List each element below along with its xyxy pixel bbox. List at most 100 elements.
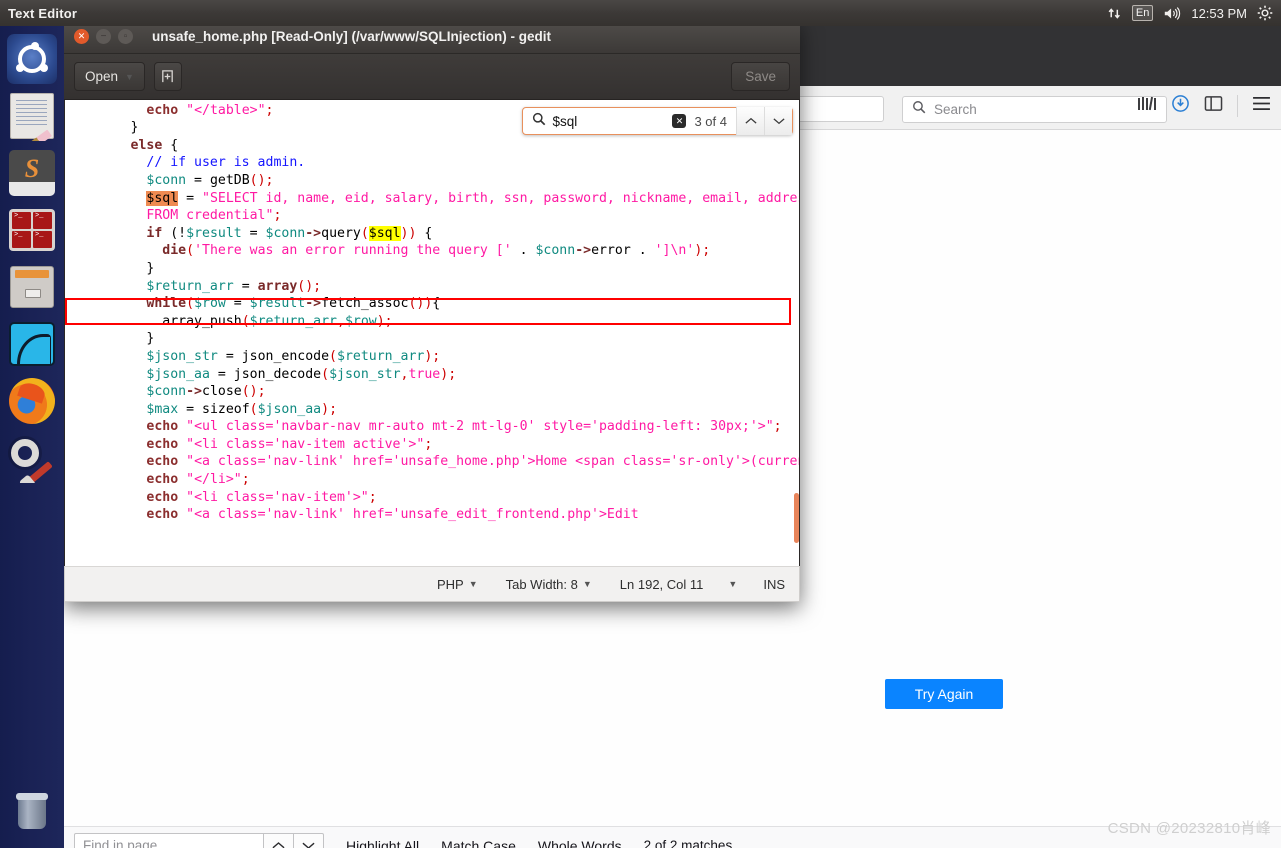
sync-icon[interactable]: [1171, 94, 1190, 118]
code-token: (): [297, 278, 314, 294]
code-token: "</table>": [186, 102, 266, 118]
chevron-down-icon: ▼: [728, 579, 738, 589]
find-match-counter: 3 of 4: [694, 113, 727, 129]
launcher-item-system-settings[interactable]: [7, 433, 57, 483]
launcher-item-trash[interactable]: [7, 786, 57, 836]
code-token: $conn: [265, 225, 306, 241]
code-token: (: [249, 401, 258, 417]
code-token: $json_str: [146, 348, 218, 364]
gear-icon[interactable]: [1257, 5, 1273, 21]
code-token: ;: [257, 384, 266, 400]
code-token: $json_aa: [257, 401, 322, 417]
close-window-button[interactable]: ✕: [74, 29, 89, 44]
active-application-name[interactable]: Text Editor: [8, 6, 77, 21]
save-button[interactable]: Save: [731, 62, 790, 91]
launcher-item-firefox[interactable]: [7, 376, 57, 426]
code-token: array: [257, 278, 298, 294]
code-token: else: [130, 137, 163, 153]
code-token: echo: [146, 489, 179, 505]
menu-icon[interactable]: [1252, 96, 1271, 116]
code-token: ;: [313, 278, 322, 294]
code-token: ']\n': [654, 243, 695, 259]
code-token: ;: [702, 243, 711, 259]
screen: Search e.: [0, 0, 1281, 848]
code-token: error: [591, 243, 631, 259]
code-token: ;: [265, 172, 274, 188]
system-settings-icon: [9, 436, 55, 483]
code-token: (: [186, 296, 195, 312]
search-bar[interactable]: Search: [902, 96, 1167, 123]
launcher-item-gedit[interactable]: [7, 91, 57, 141]
code-token: 'There was an error running the query [': [194, 243, 512, 259]
gedit-scrollbar[interactable]: [794, 100, 799, 566]
gedit-toolbar: Open ▼ Save: [64, 54, 800, 100]
terminal-icon: [9, 209, 55, 251]
code-token: ()): [408, 296, 433, 312]
code-token: "<li class='nav-item active'>": [186, 436, 425, 452]
launcher-item-files[interactable]: [7, 262, 57, 312]
code-token: $return_arr: [249, 313, 337, 329]
code-token: }: [67, 120, 139, 136]
unity-launcher: S: [0, 26, 64, 848]
highlight-all-toggle[interactable]: Highlight All: [346, 838, 419, 848]
launcher-item-sublime-text[interactable]: S: [7, 148, 57, 198]
code-token: fetch_assoc: [321, 296, 409, 312]
gedit-find-popup: ✕ 3 of 4: [522, 107, 793, 135]
launcher-item-terminal[interactable]: [7, 205, 57, 255]
code-token: =: [225, 296, 250, 312]
code-token: ;: [241, 472, 250, 488]
try-again-button[interactable]: Try Again: [885, 679, 1003, 709]
launcher-item-ubuntu-dash[interactable]: [7, 34, 57, 84]
gedit-scrollbar-thumb[interactable]: [794, 493, 799, 543]
code-token: json_encode: [241, 348, 330, 364]
code-token: (: [186, 243, 195, 259]
search-icon: [912, 100, 926, 119]
gedit-icon: [10, 93, 54, 141]
code-token: =: [241, 225, 266, 241]
whole-words-toggle[interactable]: Whole Words: [538, 838, 622, 848]
clock[interactable]: 12:53 PM: [1191, 6, 1247, 21]
code-token: json_decode: [233, 366, 322, 382]
clear-search-icon[interactable]: ✕: [672, 114, 687, 128]
system-tray: En 12:53 PM: [1107, 5, 1281, 21]
code-token: "<a class='nav-link' href='unsafe_home.p…: [186, 454, 799, 470]
find-previous-button[interactable]: [264, 832, 294, 848]
chevron-down-icon: ▼: [582, 579, 592, 589]
cursor-position[interactable]: Ln 192, Col 11 ▼: [620, 577, 738, 592]
launcher-item-wireshark[interactable]: [7, 319, 57, 369]
code-token: $max: [146, 401, 179, 417]
open-button-label: Open: [85, 69, 119, 84]
find-next-button[interactable]: [764, 107, 792, 135]
code-token: ): [440, 366, 449, 382]
keyboard-layout-indicator[interactable]: En: [1131, 5, 1154, 21]
network-icon[interactable]: [1107, 6, 1122, 21]
code-token: =: [217, 348, 242, 364]
maximize-window-button[interactable]: ▫: [118, 29, 133, 44]
volume-icon[interactable]: [1163, 6, 1181, 21]
gedit-text-view[interactable]: echo "</tr>"; echo "</table>"; } else { …: [64, 100, 800, 566]
code-token: ->: [305, 225, 322, 241]
find-previous-button[interactable]: [736, 107, 764, 135]
find-input[interactable]: [74, 832, 264, 848]
find-next-button[interactable]: [294, 832, 324, 848]
tab-width-selector[interactable]: Tab Width: 8 ▼: [506, 577, 592, 592]
sidebar-icon[interactable]: [1204, 95, 1223, 117]
match-case-toggle[interactable]: Match Case: [441, 838, 516, 848]
language-selector[interactable]: PHP ▼: [437, 577, 478, 592]
find-bar: Highlight All Match Case Whole Words 2 o…: [64, 826, 1281, 848]
library-icon[interactable]: [1137, 95, 1157, 118]
new-document-button[interactable]: [153, 62, 182, 91]
minimize-window-button[interactable]: −: [96, 29, 111, 44]
gedit-find-input[interactable]: [552, 113, 673, 129]
source-code[interactable]: echo "</tr>"; echo "</table>"; } else { …: [65, 100, 799, 524]
open-file-button[interactable]: Open ▼: [74, 62, 145, 91]
